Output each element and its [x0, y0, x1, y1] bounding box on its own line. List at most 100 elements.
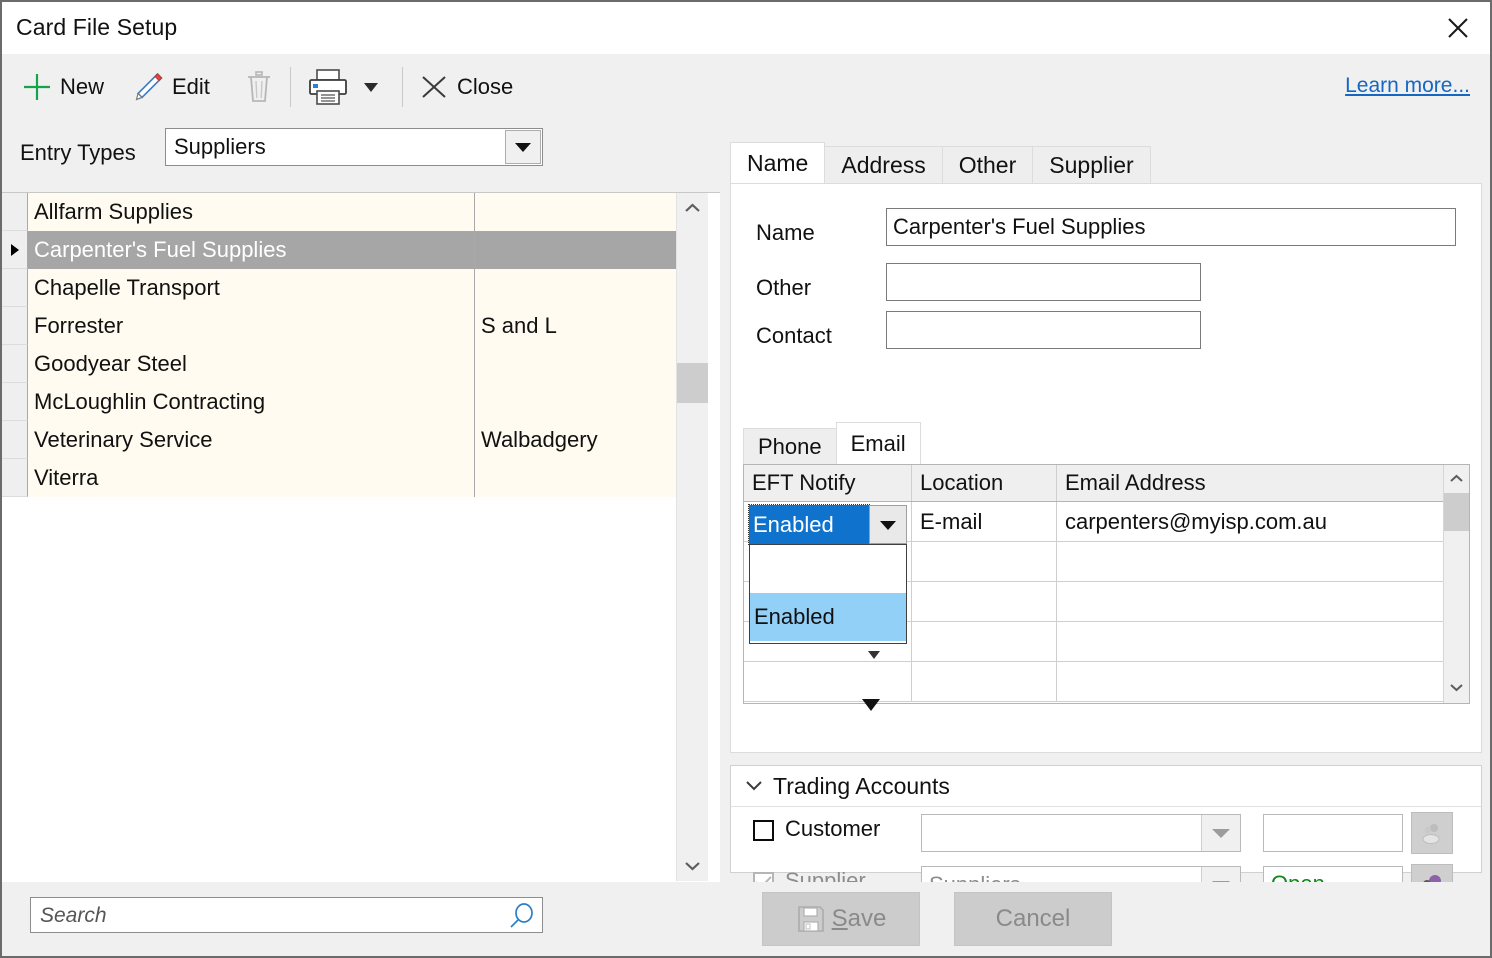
- card-list-panel: Allfarm Supplies Carpenter's Fuel Supplie…: [2, 192, 720, 882]
- entry-types-value: Suppliers: [174, 134, 266, 159]
- column-header-location: Location: [912, 465, 1057, 501]
- contact-input[interactable]: [887, 312, 1200, 348]
- row-selector[interactable]: [2, 193, 28, 231]
- eft-notify-combo[interactable]: Enabled Enabled: [748, 504, 907, 711]
- table-row[interactable]: [744, 662, 1446, 702]
- name-field[interactable]: [886, 208, 1456, 246]
- print-dropdown-button[interactable]: [363, 81, 379, 93]
- customer-checkbox[interactable]: [753, 820, 774, 841]
- email-grid-header: EFT Notify Location Email Address: [744, 465, 1446, 502]
- cell-other: Walbadgery: [475, 421, 677, 459]
- eft-notify-option-enabled[interactable]: Enabled: [750, 593, 906, 641]
- table-row[interactable]: Veterinary Service Walbadgery: [2, 421, 677, 459]
- row-selector[interactable]: [2, 421, 28, 459]
- row-selector[interactable]: [2, 307, 28, 345]
- row-selector[interactable]: [2, 231, 28, 269]
- card-list-scrollbar[interactable]: [676, 193, 708, 881]
- contacts-icon: [1422, 824, 1440, 844]
- cell-location[interactable]: [912, 662, 1057, 701]
- learn-more-link[interactable]: Learn more...: [1345, 74, 1470, 98]
- save-label: Save: [832, 905, 887, 933]
- cell-name: McLoughlin Contracting: [28, 383, 475, 421]
- table-row[interactable]: McLoughlin Contracting: [2, 383, 677, 421]
- close-window-button[interactable]: [1436, 8, 1480, 48]
- scroll-down-button[interactable]: [677, 850, 708, 881]
- table-row[interactable]: Forrester S and L: [2, 307, 677, 345]
- cell-name: Allfarm Supplies: [28, 193, 475, 231]
- grid-scroll-thumb[interactable]: [1444, 493, 1469, 531]
- table-row[interactable]: Chapelle Transport: [2, 269, 677, 307]
- save-label-rest: ave: [847, 905, 887, 932]
- customer-account-dropdown-button[interactable]: [1201, 815, 1240, 851]
- entry-types-select[interactable]: Suppliers: [165, 128, 543, 166]
- table-row[interactable]: Allfarm Supplies: [2, 193, 677, 231]
- detail-tabs[interactable]: Name Address Other Supplier: [730, 142, 1151, 184]
- name-input[interactable]: [887, 209, 1455, 245]
- scroll-up-button[interactable]: [677, 193, 708, 224]
- cell-location[interactable]: [912, 582, 1057, 621]
- cell-location[interactable]: [912, 542, 1057, 581]
- print-button[interactable]: [305, 54, 379, 120]
- contact-field[interactable]: [886, 311, 1201, 349]
- other-field[interactable]: [886, 263, 1201, 301]
- grid-scroll-down-button[interactable]: [1444, 673, 1469, 701]
- cell-email-address[interactable]: [1057, 542, 1446, 581]
- cell-email-address[interactable]: [1057, 662, 1446, 701]
- pencil-icon: [135, 72, 163, 101]
- search-input[interactable]: [38, 898, 497, 934]
- tab-email[interactable]: Email: [835, 422, 921, 464]
- scroll-thumb[interactable]: [677, 363, 708, 403]
- cell-name: Carpenter's Fuel Supplies: [28, 231, 475, 269]
- tab-supplier[interactable]: Supplier: [1032, 146, 1151, 184]
- search-button[interactable]: [506, 902, 536, 935]
- contact-method-tabs[interactable]: Phone Email: [743, 422, 921, 464]
- table-row[interactable]: Goodyear Steel: [2, 345, 677, 383]
- row-selector[interactable]: [2, 383, 28, 421]
- edit-button[interactable]: Edit: [130, 54, 210, 120]
- row-selector[interactable]: [2, 269, 28, 307]
- trading-accounts-collapse-toggle[interactable]: [745, 780, 763, 793]
- column-header-eft-notify: EFT Notify: [744, 465, 912, 501]
- delete-button[interactable]: [238, 54, 280, 120]
- cell-location[interactable]: E-mail: [912, 502, 1057, 541]
- table-row[interactable]: Carpenter's Fuel Supplies: [2, 231, 677, 269]
- cell-other: [475, 231, 677, 269]
- search-box[interactable]: [30, 897, 543, 935]
- cell-location[interactable]: [912, 622, 1057, 661]
- table-row[interactable]: Viterra: [2, 459, 677, 497]
- card-list[interactable]: Allfarm Supplies Carpenter's Fuel Supplie…: [2, 193, 677, 881]
- close-button[interactable]: Close: [417, 54, 513, 120]
- customer-contacts-button[interactable]: [1411, 812, 1453, 854]
- cell-email-address[interactable]: carpenters@myisp.com.au: [1057, 502, 1446, 541]
- customer-account-select[interactable]: [921, 814, 1241, 852]
- email-grid[interactable]: EFT Notify Location Email Address E-mail…: [743, 464, 1470, 711]
- tab-address[interactable]: Address: [824, 146, 943, 184]
- new-button[interactable]: New: [20, 54, 104, 120]
- trading-accounts-header[interactable]: Trading Accounts: [731, 766, 1481, 807]
- entry-types-dropdown-button[interactable]: [505, 130, 541, 164]
- field-label-other: Other: [756, 275, 812, 300]
- cell-eft-notify[interactable]: [744, 662, 912, 701]
- caret-down-icon: [868, 651, 880, 659]
- save-button[interactable]: Save: [762, 892, 920, 946]
- row-selector[interactable]: [2, 459, 28, 497]
- tab-phone[interactable]: Phone: [743, 428, 837, 464]
- email-grid-scrollbar[interactable]: [1443, 465, 1469, 703]
- other-input[interactable]: [887, 264, 1200, 300]
- chevron-down-icon: [746, 780, 762, 790]
- row-selector[interactable]: [2, 345, 28, 383]
- cancel-button[interactable]: Cancel: [954, 892, 1112, 946]
- cell-email-address[interactable]: [1057, 582, 1446, 621]
- eft-notify-option-list[interactable]: Enabled: [749, 544, 907, 644]
- card-file-setup-window: Card File Setup New Edit Close Learn mor…: [0, 0, 1492, 958]
- chevron-down-icon: [364, 83, 378, 92]
- customer-row: Customer: [731, 807, 1481, 854]
- eft-notify-dropdown-button[interactable]: [869, 505, 907, 544]
- tab-other[interactable]: Other: [941, 146, 1034, 184]
- toolbar: New Edit Close Learn more...: [2, 54, 1490, 121]
- tab-name[interactable]: Name: [730, 142, 826, 184]
- customer-status-field[interactable]: [1263, 814, 1403, 852]
- grid-scroll-up-button[interactable]: [1444, 465, 1469, 493]
- cell-email-address[interactable]: [1057, 622, 1446, 661]
- eft-notify-option-blank[interactable]: [750, 545, 906, 593]
